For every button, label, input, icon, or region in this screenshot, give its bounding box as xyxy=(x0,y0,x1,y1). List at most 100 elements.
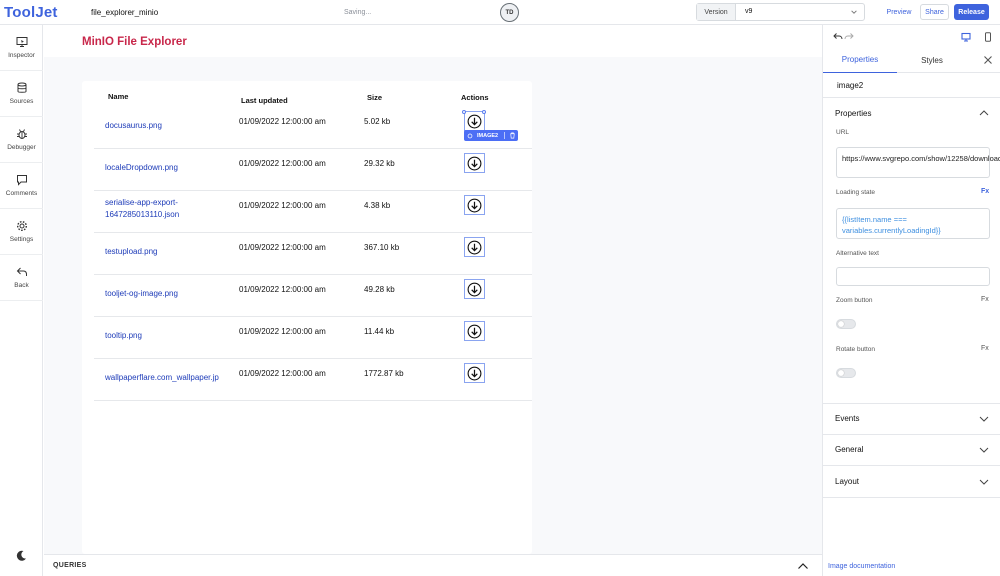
inspector-icon xyxy=(16,37,27,47)
gear-icon xyxy=(467,133,473,138)
file-size: 49.28 kb xyxy=(364,285,395,294)
desktop-view-icon[interactable] xyxy=(961,32,971,42)
selected-component-tag[interactable]: IMAGE2 xyxy=(464,130,518,141)
file-name-link[interactable]: docusaurus.png xyxy=(105,120,235,132)
url-input[interactable]: https://www.svgrepo.com/show/12258/downl… xyxy=(836,147,1000,178)
chevron-up-icon[interactable] xyxy=(797,561,809,571)
component-name[interactable]: image2 xyxy=(837,81,863,90)
inspector-panel: Properties Styles image2 Properties URL … xyxy=(822,25,1000,576)
tooljet-logo[interactable]: ToolJet xyxy=(4,4,58,21)
canvas-header: MinIO File Explorer xyxy=(44,25,822,57)
chevron-down-icon[interactable] xyxy=(979,478,989,486)
version-value: v9 xyxy=(745,8,753,15)
trash-icon[interactable] xyxy=(509,132,516,139)
preview-button[interactable]: Preview xyxy=(882,4,916,20)
download-icon xyxy=(467,324,482,338)
zoom-button-label: Zoom button xyxy=(836,297,873,304)
chevron-up-icon[interactable] xyxy=(979,109,989,117)
table-row: tooljet-og-image.png 01/09/2022 12:00:00… xyxy=(94,275,532,317)
left-sidebar: Inspector Sources Debugger Comments Sett… xyxy=(0,25,43,576)
fx-toggle[interactable]: Fx xyxy=(981,345,989,352)
version-select[interactable]: Version v9 xyxy=(696,3,865,21)
file-name-link[interactable]: wallpaperflare.com_wallpaper.jp xyxy=(105,372,240,384)
sidebar-item-label: Sources xyxy=(9,98,34,105)
table-row: localeDropdown.png 01/09/2022 12:00:00 a… xyxy=(94,149,532,191)
loading-state-input[interactable]: {{listItem.name === variables.currentlyL… xyxy=(836,208,990,239)
download-button[interactable] xyxy=(464,237,485,257)
rotate-button-toggle[interactable] xyxy=(836,368,856,378)
redo-icon[interactable] xyxy=(844,32,854,42)
divider xyxy=(823,403,1000,404)
download-button[interactable] xyxy=(464,111,485,131)
sidebar-item-comments[interactable]: Comments xyxy=(0,163,43,209)
file-last-updated: 01/09/2022 12:00:00 am xyxy=(239,369,326,378)
table-row: tooltip.png 01/09/2022 12:00:00 am 11.44… xyxy=(94,317,532,359)
sidebar-item-label: Settings xyxy=(9,236,34,243)
sidebar-item-label: Back xyxy=(14,282,29,289)
undo-icon[interactable] xyxy=(833,32,843,42)
file-last-updated: 01/09/2022 12:00:00 am xyxy=(239,327,326,336)
file-size: 29.32 kb xyxy=(364,159,395,168)
comment-icon xyxy=(16,175,27,186)
release-button[interactable]: Release xyxy=(954,4,989,20)
chevron-down-icon xyxy=(851,10,857,14)
file-size: 4.38 kb xyxy=(364,201,391,210)
download-button[interactable] xyxy=(464,153,485,173)
section-layout-header[interactable]: Layout xyxy=(835,477,859,486)
moon-icon[interactable] xyxy=(14,549,28,563)
mobile-view-icon[interactable] xyxy=(983,32,993,42)
sidebar-item-debugger[interactable]: Debugger xyxy=(0,117,43,163)
table-row: wallpaperflare.com_wallpaper.jp 01/09/20… xyxy=(94,359,532,401)
queries-panel-bar[interactable]: QUERIES xyxy=(44,554,822,576)
chevron-down-icon[interactable] xyxy=(979,415,989,423)
file-name-link[interactable]: tooltip.png xyxy=(105,330,235,342)
download-button[interactable] xyxy=(464,279,485,299)
column-header-name: Name xyxy=(108,92,129,101)
avatar[interactable]: TD xyxy=(500,3,519,22)
resize-handle[interactable] xyxy=(462,110,466,114)
file-last-updated: 01/09/2022 12:00:00 am xyxy=(239,201,326,210)
download-button[interactable] xyxy=(464,195,485,215)
app-name[interactable]: file_explorer_minio xyxy=(91,8,158,17)
file-size: 367.10 kb xyxy=(364,243,400,252)
file-name-link[interactable]: serialise-app-export-1647285013110.json xyxy=(105,197,235,220)
close-icon[interactable] xyxy=(983,55,993,65)
alt-text-input[interactable] xyxy=(836,267,990,286)
chevron-down-icon[interactable] xyxy=(979,446,989,454)
file-name-link[interactable]: testupload.png xyxy=(105,246,235,258)
sidebar-item-settings[interactable]: Settings xyxy=(0,209,43,255)
fx-toggle[interactable]: Fx xyxy=(981,188,989,195)
sidebar-item-label: Inspector xyxy=(8,52,35,59)
fx-toggle[interactable]: Fx xyxy=(981,296,989,303)
file-last-updated: 01/09/2022 12:00:00 am xyxy=(239,285,326,294)
tab-properties[interactable]: Properties xyxy=(823,47,897,73)
share-button[interactable]: Share xyxy=(920,4,949,20)
download-button[interactable] xyxy=(464,321,485,341)
table-row: docusaurus.png 01/09/2022 12:00:00 am 5.… xyxy=(94,107,532,149)
documentation-link[interactable]: Image documentation xyxy=(828,563,895,570)
section-properties-header[interactable]: Properties xyxy=(835,109,871,118)
column-header-actions: Actions xyxy=(461,93,489,102)
sidebar-item-back[interactable]: Back xyxy=(0,255,43,301)
sidebar-item-inspector[interactable]: Inspector xyxy=(0,25,43,71)
file-size: 1772.87 kb xyxy=(364,369,404,378)
sidebar-item-sources[interactable]: Sources xyxy=(0,71,43,117)
resize-handle[interactable] xyxy=(482,110,486,114)
app-canvas[interactable]: MinIO File Explorer Name Last updated Si… xyxy=(44,25,822,554)
bug-icon xyxy=(16,129,27,139)
download-button[interactable] xyxy=(464,363,485,383)
tab-styles[interactable]: Styles xyxy=(897,47,967,73)
zoom-button-toggle[interactable] xyxy=(836,319,856,329)
file-name-link[interactable]: tooljet-og-image.png xyxy=(105,288,235,300)
column-header-last-updated: Last updated xyxy=(241,96,288,105)
section-events-header[interactable]: Events xyxy=(835,414,859,423)
divider xyxy=(823,465,1000,466)
column-header-size: Size xyxy=(367,93,383,102)
file-last-updated: 01/09/2022 12:00:00 am xyxy=(239,243,326,252)
file-name-link[interactable]: localeDropdown.png xyxy=(105,162,235,174)
divider xyxy=(823,97,1000,98)
url-label: URL xyxy=(836,129,850,136)
file-last-updated: 01/09/2022 12:00:00 am xyxy=(239,159,326,168)
divider xyxy=(823,434,1000,435)
section-general-header[interactable]: General xyxy=(835,445,863,454)
